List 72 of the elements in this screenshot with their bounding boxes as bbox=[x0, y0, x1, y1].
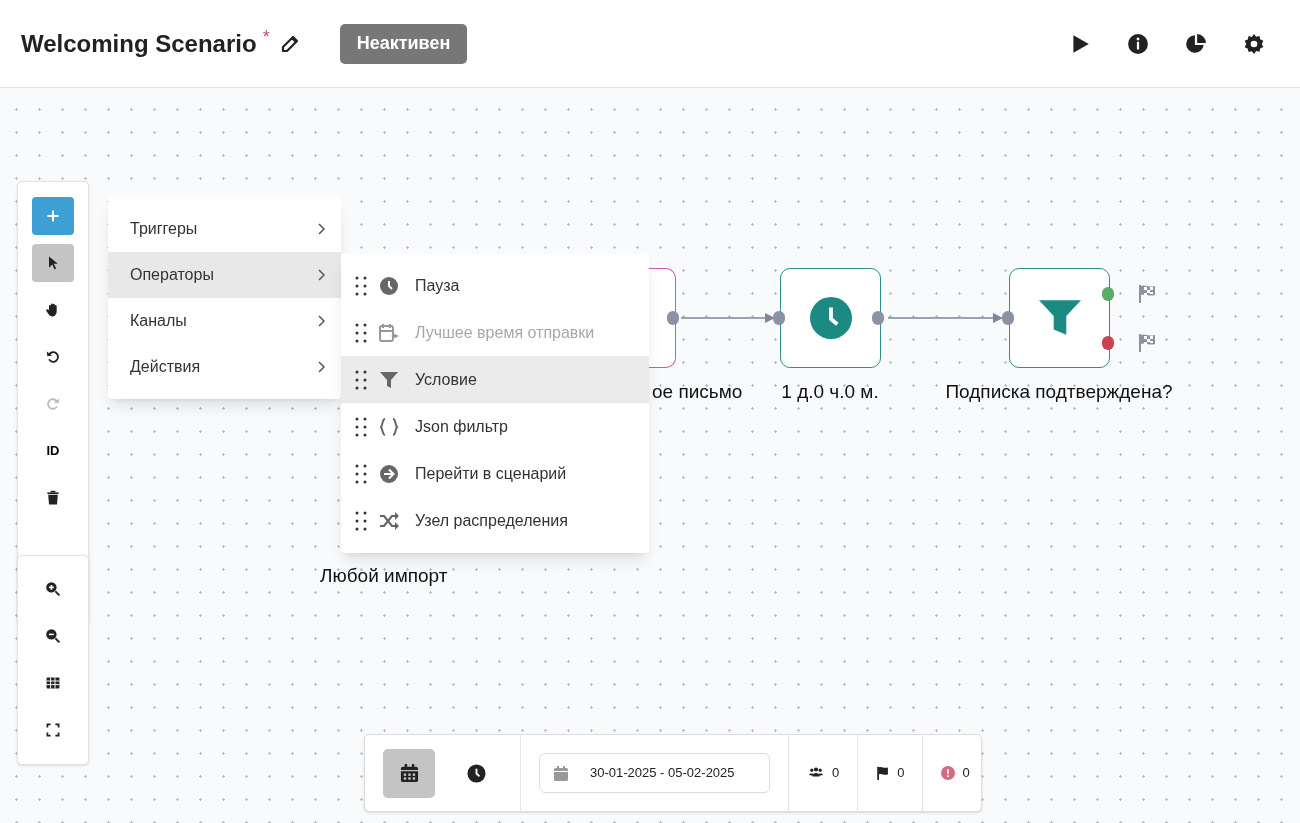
zoom-in-icon bbox=[45, 581, 61, 597]
undo-icon bbox=[45, 349, 61, 365]
submenu-item[interactable]: Json фильтр bbox=[341, 403, 649, 450]
pointer-tool-button[interactable] bbox=[32, 244, 74, 282]
input-port[interactable] bbox=[1002, 311, 1014, 325]
checkered-flag-icon bbox=[1138, 284, 1157, 303]
menu-item[interactable]: Операторы bbox=[108, 252, 341, 298]
count-text: 0 bbox=[897, 764, 905, 783]
submenu-item[interactable]: Условие bbox=[341, 356, 649, 403]
menu-item[interactable]: Триггеры bbox=[108, 206, 341, 252]
exclamation-circle-icon bbox=[941, 766, 956, 780]
chevron-right-icon bbox=[318, 223, 325, 235]
trash-icon bbox=[45, 490, 61, 506]
calendar-icon bbox=[554, 765, 568, 781]
status-badge: Неактивен bbox=[339, 23, 468, 64]
menu-item[interactable]: Каналы bbox=[108, 298, 341, 344]
chevron-right-icon bbox=[318, 315, 325, 327]
node-label: Любой импорт bbox=[320, 564, 448, 588]
settings-icon[interactable] bbox=[1243, 32, 1265, 55]
zoom-out-icon bbox=[45, 628, 61, 644]
output-port[interactable] bbox=[872, 311, 884, 325]
info-icon[interactable] bbox=[1127, 32, 1149, 55]
submenu-item[interactable]: Перейти в сценарий bbox=[341, 450, 649, 497]
node-label: ое письмо bbox=[652, 380, 743, 404]
pie-chart-icon[interactable] bbox=[1185, 32, 1207, 55]
success-port[interactable] bbox=[1102, 287, 1114, 301]
date-range-field[interactable]: 30-01-2025 - 05-02-2025 bbox=[539, 753, 770, 793]
drag-handle-icon bbox=[355, 322, 367, 343]
funnel-icon bbox=[1038, 300, 1081, 336]
users-icon bbox=[807, 766, 825, 780]
fullscreen-icon bbox=[45, 722, 61, 738]
drag-handle-icon bbox=[355, 369, 367, 390]
drag-handle-icon bbox=[355, 275, 367, 296]
pencil-icon[interactable] bbox=[279, 33, 300, 54]
chevron-right-icon bbox=[318, 361, 325, 373]
drag-handle-icon bbox=[355, 510, 367, 531]
clock-icon bbox=[809, 297, 852, 339]
count-text: 0 bbox=[832, 764, 840, 783]
date-range-text: 30-01-2025 - 05-02-2025 bbox=[590, 764, 735, 783]
calendar-icon bbox=[379, 322, 399, 343]
node-label: 1 д.0 ч.0 м. bbox=[781, 380, 879, 404]
id-button[interactable]: ID bbox=[32, 432, 74, 470]
grid-icon bbox=[45, 675, 61, 691]
drag-handle-icon bbox=[355, 463, 367, 484]
failure-port[interactable] bbox=[1102, 336, 1114, 350]
shuffle-icon bbox=[379, 510, 399, 531]
output-port[interactable] bbox=[667, 311, 679, 325]
drag-handle-icon bbox=[355, 416, 367, 437]
funnel-icon bbox=[379, 369, 399, 390]
unsaved-marker: * bbox=[262, 26, 270, 49]
submenu-item[interactable]: Пауза bbox=[341, 262, 649, 309]
clock-icon bbox=[466, 763, 486, 783]
scenario-title: Welcoming Scenario bbox=[21, 28, 257, 59]
menu-item[interactable]: Действия bbox=[108, 344, 341, 390]
condition-node[interactable] bbox=[1009, 268, 1110, 368]
input-port[interactable] bbox=[773, 311, 785, 325]
add-button[interactable] bbox=[32, 197, 74, 235]
calendar-view-button[interactable] bbox=[383, 748, 435, 798]
submenu-item[interactable]: Узел распределения bbox=[341, 497, 649, 544]
redo-icon bbox=[45, 396, 61, 412]
email-node[interactable] bbox=[649, 268, 676, 368]
node-label: Подписка подтверждена? bbox=[945, 380, 1173, 404]
count-text: 0 bbox=[962, 764, 970, 783]
flag-icon bbox=[876, 766, 891, 780]
chevron-right-icon bbox=[318, 269, 325, 281]
checkered-flag-icon bbox=[1138, 333, 1157, 352]
pause-node[interactable] bbox=[780, 268, 881, 368]
arrow-circle-icon bbox=[379, 463, 399, 484]
braces-icon bbox=[379, 416, 399, 437]
clock-icon bbox=[379, 275, 399, 296]
plus-icon bbox=[45, 208, 61, 224]
calendar-icon bbox=[399, 763, 419, 783]
